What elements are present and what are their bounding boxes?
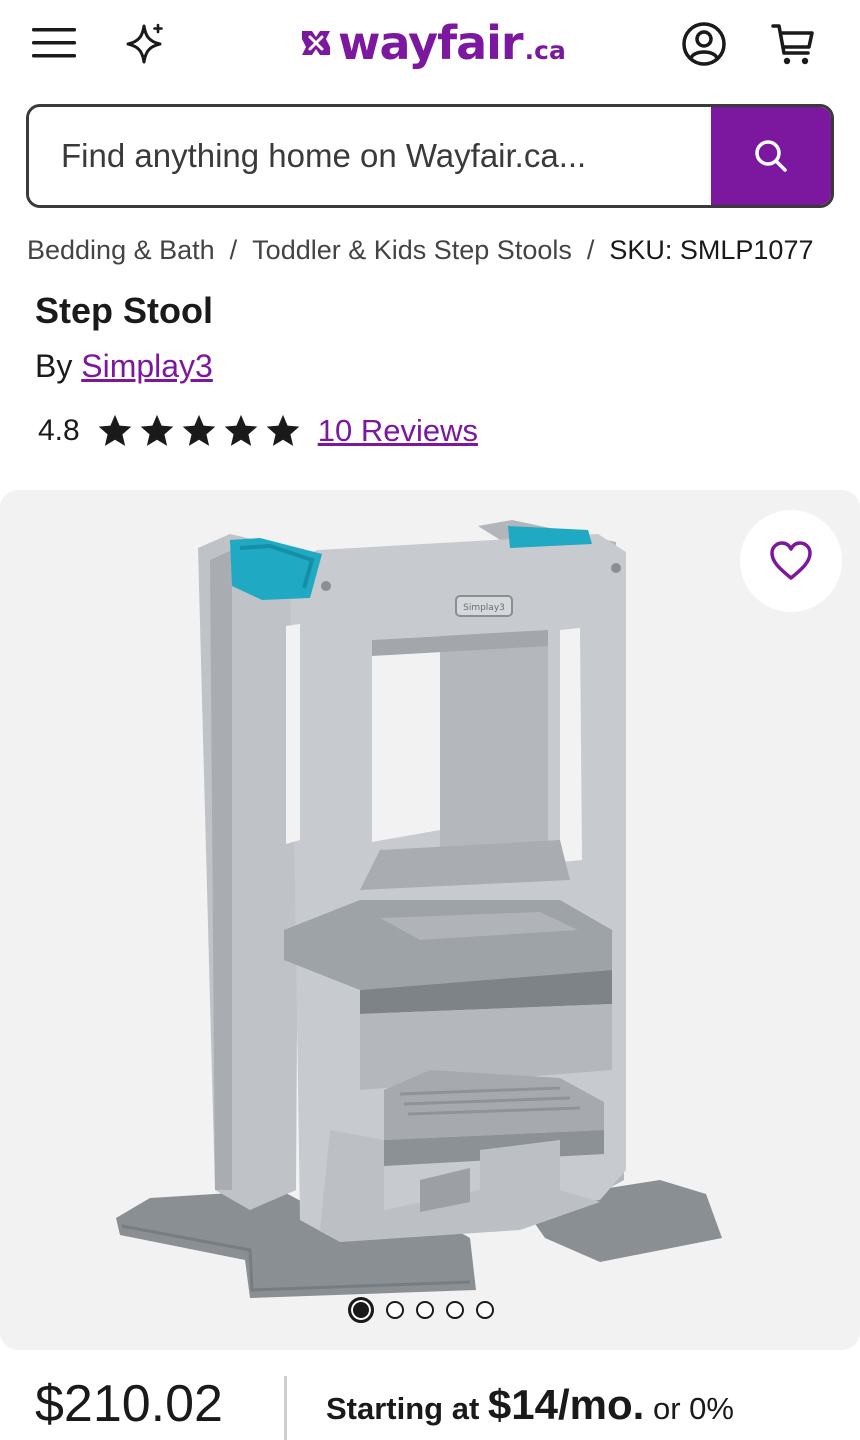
financing-amount: $14/mo. bbox=[487, 1381, 645, 1428]
product-image-gallery[interactable]: Simplay3 bbox=[0, 490, 860, 1350]
product-price: $210.02 bbox=[35, 1375, 223, 1433]
account-icon bbox=[682, 22, 726, 66]
star-icon bbox=[266, 414, 300, 446]
product-page: wayfair .ca Find anything home on Wayfai… bbox=[0, 0, 860, 1440]
hamburger-menu-icon bbox=[32, 28, 76, 58]
reviews-link[interactable]: 10 Reviews bbox=[318, 413, 478, 449]
favorite-button[interactable] bbox=[740, 510, 842, 612]
product-title: Step Stool bbox=[35, 290, 213, 331]
financing-suffix: or 0% bbox=[652, 1391, 734, 1426]
financing-prefix: Starting at bbox=[326, 1391, 480, 1426]
carousel-dot-5[interactable] bbox=[476, 1301, 494, 1319]
search-bar bbox=[26, 104, 834, 208]
brand-link[interactable]: Simplay3 bbox=[81, 348, 213, 384]
star-icon bbox=[224, 414, 258, 446]
product-rating: 4.8 10 Reviews bbox=[38, 406, 478, 456]
search-icon bbox=[755, 140, 787, 172]
breadcrumb: Bedding & Bath / Toddler & Kids Step Sto… bbox=[27, 230, 847, 270]
sparkle-icon bbox=[126, 23, 163, 64]
logo-text: wayfair bbox=[338, 16, 524, 70]
rating-value: 4.8 bbox=[38, 414, 80, 447]
star-icon bbox=[140, 414, 174, 446]
star-icon bbox=[182, 414, 216, 446]
wayfair-logo[interactable]: wayfair .ca bbox=[298, 12, 566, 74]
cart-icon bbox=[771, 24, 814, 65]
logo-suffix: .ca bbox=[524, 35, 566, 65]
breadcrumb-separator: / bbox=[229, 234, 238, 265]
carousel-dot-4[interactable] bbox=[446, 1301, 464, 1319]
breadcrumb-separator: / bbox=[586, 234, 595, 265]
financing-offer[interactable]: Starting at $14/mo. or 0% bbox=[326, 1380, 734, 1430]
product-brand-plate: Simplay3 bbox=[463, 603, 505, 613]
breadcrumb-item-bedding-bath[interactable]: Bedding & Bath bbox=[27, 235, 215, 266]
price-divider bbox=[284, 1376, 287, 1440]
carousel-dot-1[interactable] bbox=[348, 1297, 374, 1323]
carousel-dot-2[interactable] bbox=[386, 1301, 404, 1319]
account-button[interactable] bbox=[676, 16, 732, 72]
breadcrumb-sku: SKU: SMLP1077 bbox=[609, 234, 814, 265]
cart-button[interactable] bbox=[764, 16, 822, 72]
menu-button[interactable] bbox=[26, 20, 82, 66]
wayfair-logo-mark-icon bbox=[302, 31, 330, 55]
search-input[interactable] bbox=[29, 107, 711, 205]
ai-assistant-button[interactable] bbox=[118, 18, 170, 70]
product-image: Simplay3 bbox=[116, 520, 722, 1298]
product-byline: By Simplay3 bbox=[35, 348, 213, 385]
header: wayfair .ca bbox=[0, 0, 860, 92]
star-icon bbox=[98, 414, 132, 446]
breadcrumb-item-step-stools[interactable]: Toddler & Kids Step Stools bbox=[252, 235, 572, 266]
carousel-dots bbox=[348, 1295, 494, 1325]
carousel-dot-3[interactable] bbox=[416, 1301, 434, 1319]
rating-stars bbox=[96, 412, 302, 450]
search-button[interactable] bbox=[711, 107, 831, 205]
heart-icon bbox=[770, 541, 812, 580]
by-prefix: By bbox=[35, 348, 73, 384]
